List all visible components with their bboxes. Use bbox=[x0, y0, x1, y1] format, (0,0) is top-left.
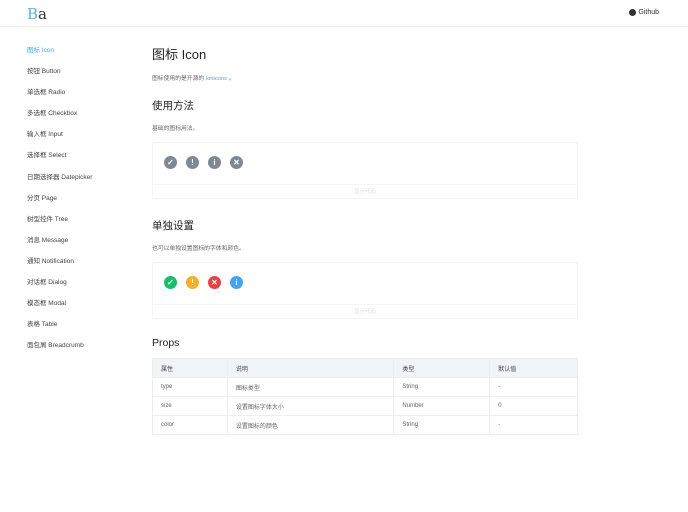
sidebar-item[interactable]: 模态框 Modal bbox=[27, 299, 92, 320]
usage-demo: ✓! i ✕ 显示代码 bbox=[152, 142, 578, 199]
github-link[interactable]: Github bbox=[629, 9, 659, 16]
table-row: size 设置图标字体大小 Number 0 bbox=[152, 396, 578, 416]
logo[interactable]: Ba bbox=[27, 5, 47, 23]
column-header: 说明 bbox=[226, 358, 395, 378]
custom-demo: ✓! ✕ i 显示代码 bbox=[152, 262, 578, 319]
table-cell: String bbox=[393, 415, 491, 435]
sidebar-item[interactable]: 日期选择器 Datepicker bbox=[27, 173, 92, 194]
table-cell: type bbox=[152, 377, 228, 397]
table-cell: 设置图标字体大小 bbox=[226, 396, 395, 416]
sidebar-item[interactable]: 多选框 Checkbox bbox=[27, 109, 92, 130]
table-cell: Number bbox=[393, 396, 491, 416]
sidebar-item[interactable]: 树型控件 Tree bbox=[27, 215, 92, 236]
checkmark-icon: ✓ bbox=[164, 276, 177, 289]
props-table: 属性 说明 类型 默认值 type 图标类型 String - size 设置图标字体大小 Num… bbox=[152, 358, 578, 435]
close-icon: ✕ bbox=[230, 156, 243, 169]
column-header: 默认值 bbox=[489, 358, 578, 378]
ionicons-link[interactable]: ionicons bbox=[206, 76, 227, 82]
sidebar-item[interactable]: 表格 Table bbox=[27, 320, 92, 341]
information-icon: i bbox=[230, 276, 243, 289]
sidebar-item[interactable]: 分页 Page bbox=[27, 194, 92, 215]
table-row: color 设置图标的颜色 String - bbox=[152, 415, 578, 435]
checkmark-icon: ✓ bbox=[164, 156, 177, 169]
main-content: 图标 Icon 图标使用的是开源的 ionicons 。 使用方法 基础的图标用… bbox=[152, 44, 578, 435]
table-cell: 设置图标的颜色 bbox=[226, 415, 395, 435]
table-cell: 图标类型 bbox=[226, 377, 395, 397]
custom-heading: 单独设置 bbox=[152, 220, 194, 232]
column-header: 属性 bbox=[152, 358, 228, 378]
sidebar-item[interactable]: 按钮 Button bbox=[27, 67, 92, 88]
sidebar-item[interactable]: 面包屑 Breadcrumb bbox=[27, 341, 92, 362]
table-cell: - bbox=[489, 415, 578, 435]
show-code-button[interactable]: 显示代码 bbox=[153, 184, 577, 198]
alert-icon: ! bbox=[186, 276, 199, 289]
props-heading: Props bbox=[152, 337, 180, 349]
alert-icon: ! bbox=[186, 156, 199, 169]
sidebar-item[interactable]: 单选框 Radio bbox=[27, 88, 92, 109]
show-code-button[interactable]: 显示代码 bbox=[153, 304, 577, 318]
sidebar-item[interactable]: 对话框 Dialog bbox=[27, 278, 92, 299]
table-cell: - bbox=[489, 377, 578, 397]
table-cell: color bbox=[152, 415, 228, 435]
sidebar-item[interactable]: 消息 Message bbox=[27, 236, 92, 257]
table-cell: String bbox=[393, 377, 491, 397]
information-icon: i bbox=[208, 156, 221, 169]
usage-heading: 使用方法 bbox=[152, 100, 194, 112]
column-header: 类型 bbox=[393, 358, 491, 378]
intro-text: 图标使用的是开源的 ionicons 。 bbox=[152, 76, 235, 82]
sidebar-item[interactable]: 通知 Notification bbox=[27, 257, 92, 278]
custom-desc: 也可以单独设置图标的字体和颜色。 bbox=[152, 246, 245, 252]
usage-desc: 基础的图标用法。 bbox=[152, 126, 199, 132]
sidebar-item[interactable]: 图标 Icon bbox=[27, 46, 92, 67]
table-cell: 0 bbox=[489, 396, 578, 416]
table-cell: size bbox=[152, 396, 228, 416]
github-icon bbox=[629, 9, 637, 16]
sidebar-item[interactable]: 输入框 Input bbox=[27, 130, 92, 151]
sidebar-nav: 图标 Icon 按钮 Button 单选框 Radio 多选框 Checkbox 输入框… bbox=[27, 46, 92, 362]
top-header: Ba Github bbox=[0, 0, 688, 27]
close-icon: ✕ bbox=[208, 276, 221, 289]
sidebar-item[interactable]: 选择框 Select bbox=[27, 151, 92, 172]
page-title: 图标 Icon bbox=[152, 47, 207, 62]
table-row: type 图标类型 String - bbox=[152, 377, 578, 397]
